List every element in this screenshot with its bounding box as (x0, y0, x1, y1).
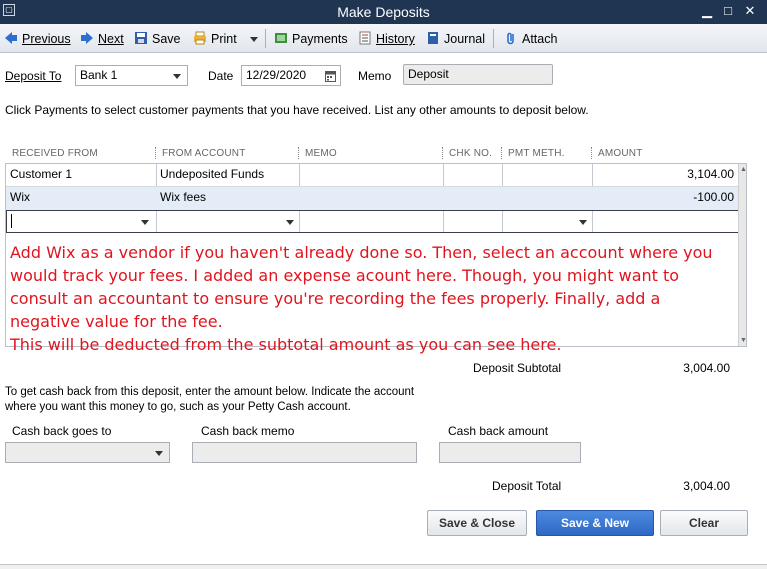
annotation-line-1: Add Wix as a vendor if you haven't alrea… (10, 243, 713, 331)
cashback-memo-field[interactable] (192, 442, 417, 463)
save-button[interactable]: Save (134, 29, 181, 49)
from-account-cell[interactable]: Wix fees (156, 187, 299, 210)
column-divider (591, 147, 592, 159)
memo-input[interactable] (300, 211, 444, 234)
chevron-down-icon[interactable] (579, 220, 587, 225)
amount-input[interactable] (593, 211, 739, 234)
maximize-icon[interactable]: □ (719, 3, 737, 19)
chk-no-input[interactable] (444, 211, 503, 234)
cashback-amount-field[interactable] (439, 442, 581, 463)
column-divider (155, 147, 156, 159)
from-account-input[interactable] (157, 211, 300, 234)
column-divider (442, 147, 443, 159)
amount-cell[interactable]: 3,104.00 (592, 164, 738, 187)
cashback-instructions-line-1: To get cash back from this deposit, ente… (5, 386, 415, 398)
memo-field[interactable]: Deposit (403, 64, 553, 85)
minimize-icon[interactable]: ▁ (698, 3, 716, 19)
cashback-amount-label: Cash back amount (448, 424, 549, 438)
deposit-subtotal-value: 3,004.00 (683, 361, 730, 375)
deposit-to-label: Deposit To (5, 69, 62, 83)
date-field[interactable]: 12/29/2020 (241, 65, 341, 86)
annotation-note: Add Wix as a vendor if you haven't alrea… (10, 241, 735, 356)
window-bottom-edge (0, 564, 767, 569)
printer-icon (193, 31, 207, 45)
date-value: 12/29/2020 (246, 68, 307, 82)
column-pmt-meth[interactable]: PMT METH. (508, 148, 565, 159)
cashback-account-dropdown[interactable] (5, 442, 170, 463)
scroll-up-icon[interactable]: ▲ (740, 166, 747, 173)
title-bar: ▢ Make Deposits ▁ □ ✕ (0, 0, 767, 24)
annotation-line-2: This will be deducted from the subtotal … (10, 335, 562, 354)
column-chk-no[interactable]: CHK NO. (449, 148, 492, 159)
amount-cell[interactable]: -100.00 (592, 187, 738, 210)
column-divider (501, 147, 502, 159)
paperclip-icon (504, 31, 518, 45)
history-icon (358, 31, 372, 45)
table-row-editing[interactable] (6, 210, 746, 233)
chk-no-cell[interactable] (443, 187, 502, 210)
received-from-input[interactable] (7, 211, 157, 234)
previous-button[interactable]: Previous (4, 29, 71, 49)
date-label: Date (208, 69, 234, 83)
save-close-button[interactable]: Save & Close (427, 510, 527, 536)
column-received-from[interactable]: RECEIVED FROM (12, 148, 98, 159)
cashback-instructions-line-2: where you want this money to go, such as… (5, 401, 351, 413)
deposit-to-dropdown[interactable]: Bank 1 (75, 65, 188, 86)
table-row[interactable]: Wix Wix fees -100.00 (6, 187, 746, 210)
pmt-meth-cell[interactable] (502, 187, 592, 210)
deposit-to-value: Bank 1 (80, 68, 118, 82)
memo-cell[interactable] (299, 164, 443, 187)
pmt-meth-cell[interactable] (502, 164, 592, 187)
floppy-disk-icon (134, 31, 148, 45)
arrow-left-icon (4, 31, 18, 45)
next-button[interactable]: Next (80, 29, 124, 49)
toolbar-divider (265, 29, 266, 48)
memo-cell[interactable] (299, 187, 443, 210)
chevron-down-icon[interactable] (141, 220, 149, 225)
cashback-goes-to-label: Cash back goes to (12, 424, 112, 438)
toolbar: Previous Next Save Print Payments Histor… (0, 24, 767, 53)
history-button[interactable]: History (358, 29, 415, 49)
arrow-right-icon (80, 31, 94, 45)
toolbar-divider (493, 29, 494, 48)
column-memo[interactable]: MEMO (305, 148, 337, 159)
from-account-cell[interactable]: Undeposited Funds (156, 164, 299, 187)
column-amount[interactable]: AMOUNT (598, 148, 643, 159)
journal-button[interactable]: Journal (426, 29, 485, 49)
pmt-meth-input[interactable] (503, 211, 593, 234)
print-dropdown-arrow-icon[interactable] (249, 31, 259, 51)
deposit-instructions: Click Payments to select customer paymen… (5, 103, 589, 117)
deposit-total-value: 3,004.00 (683, 479, 730, 493)
close-icon[interactable]: ✕ (741, 3, 759, 19)
column-from-account[interactable]: FROM ACCOUNT (162, 148, 246, 159)
chevron-down-icon (155, 451, 163, 456)
deposit-total-label: Deposit Total (492, 479, 562, 493)
memo-value: Deposit (408, 67, 449, 81)
chk-no-cell[interactable] (443, 164, 502, 187)
received-from-cell[interactable]: Customer 1 (6, 164, 156, 187)
clear-button[interactable]: Clear (660, 510, 748, 536)
table-row[interactable]: Customer 1 Undeposited Funds 3,104.00 (6, 164, 746, 187)
scroll-down-icon[interactable]: ▼ (740, 337, 747, 344)
payments-button[interactable]: Payments (274, 29, 348, 49)
window-title: Make Deposits (337, 4, 430, 20)
cashback-memo-label: Cash back memo (201, 424, 295, 438)
chevron-down-icon[interactable] (286, 220, 294, 225)
deposit-subtotal-label: Deposit Subtotal (473, 361, 562, 375)
save-new-button[interactable]: Save & New (536, 510, 654, 536)
attach-button[interactable]: Attach (504, 29, 557, 49)
received-from-cell[interactable]: Wix (6, 187, 156, 210)
chevron-down-icon (173, 74, 181, 79)
calendar-icon[interactable] (325, 69, 336, 88)
grid-scrollbar[interactable]: ▲ ▼ (738, 164, 747, 346)
print-button[interactable]: Print (193, 29, 237, 49)
journal-icon (426, 31, 440, 45)
column-divider (298, 147, 299, 159)
memo-label: Memo (358, 69, 392, 83)
text-cursor (11, 214, 12, 228)
payments-icon (274, 31, 288, 45)
deposit-grid-header: RECEIVED FROM FROM ACCOUNT MEMO CHK NO. … (5, 146, 747, 163)
